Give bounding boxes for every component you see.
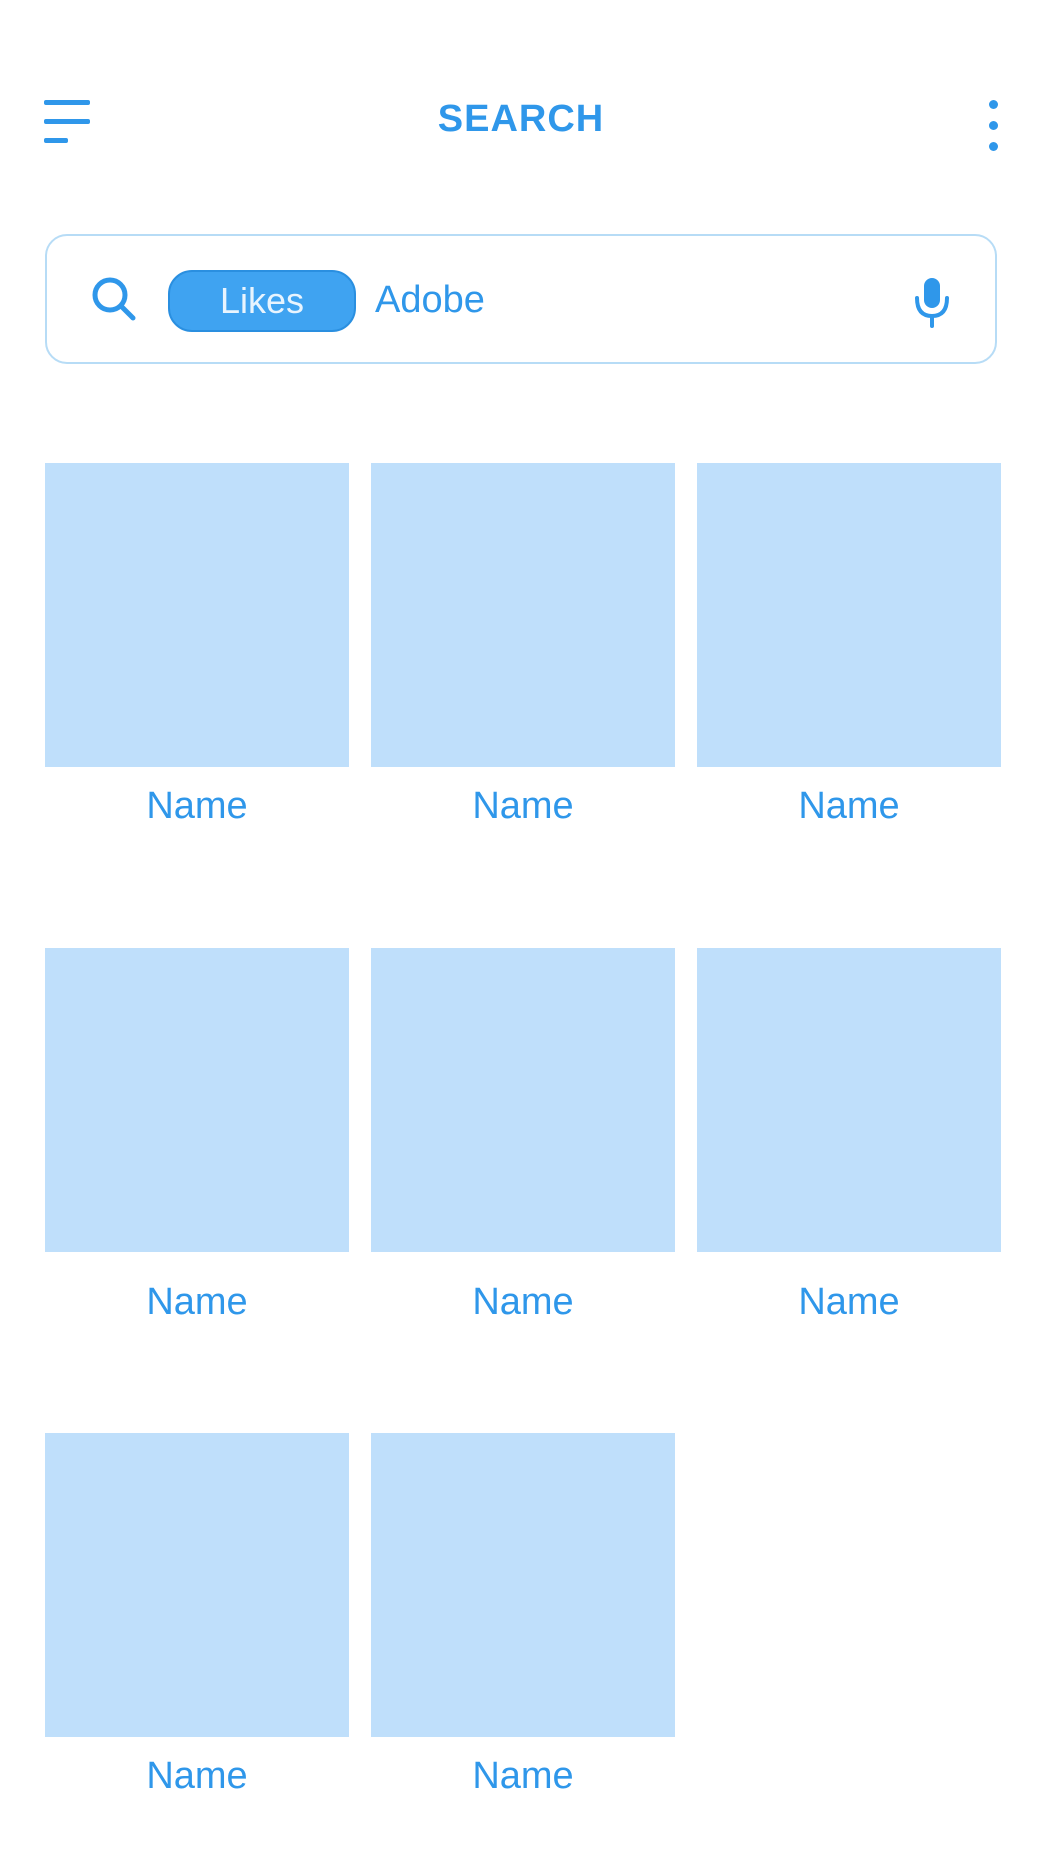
result-name: Name: [146, 1281, 248, 1323]
result-name: Name: [146, 785, 248, 827]
result-tile[interactable]: [371, 948, 675, 1252]
result-name: Name: [146, 1755, 248, 1797]
result-name: Name: [798, 785, 900, 827]
result-tile[interactable]: [371, 463, 675, 767]
result-tile[interactable]: [45, 1433, 349, 1737]
results-grid: Name Name Name Name Name Name Name Name: [0, 0, 1042, 1853]
result-tile[interactable]: [45, 948, 349, 1252]
result-tile[interactable]: [697, 948, 1001, 1252]
result-name: Name: [798, 1281, 900, 1323]
result-tile[interactable]: [697, 463, 1001, 767]
result-name: Name: [472, 785, 574, 827]
result-tile[interactable]: [371, 1433, 675, 1737]
result-name: Name: [472, 1281, 574, 1323]
result-tile[interactable]: [45, 463, 349, 767]
result-name: Name: [472, 1755, 574, 1797]
